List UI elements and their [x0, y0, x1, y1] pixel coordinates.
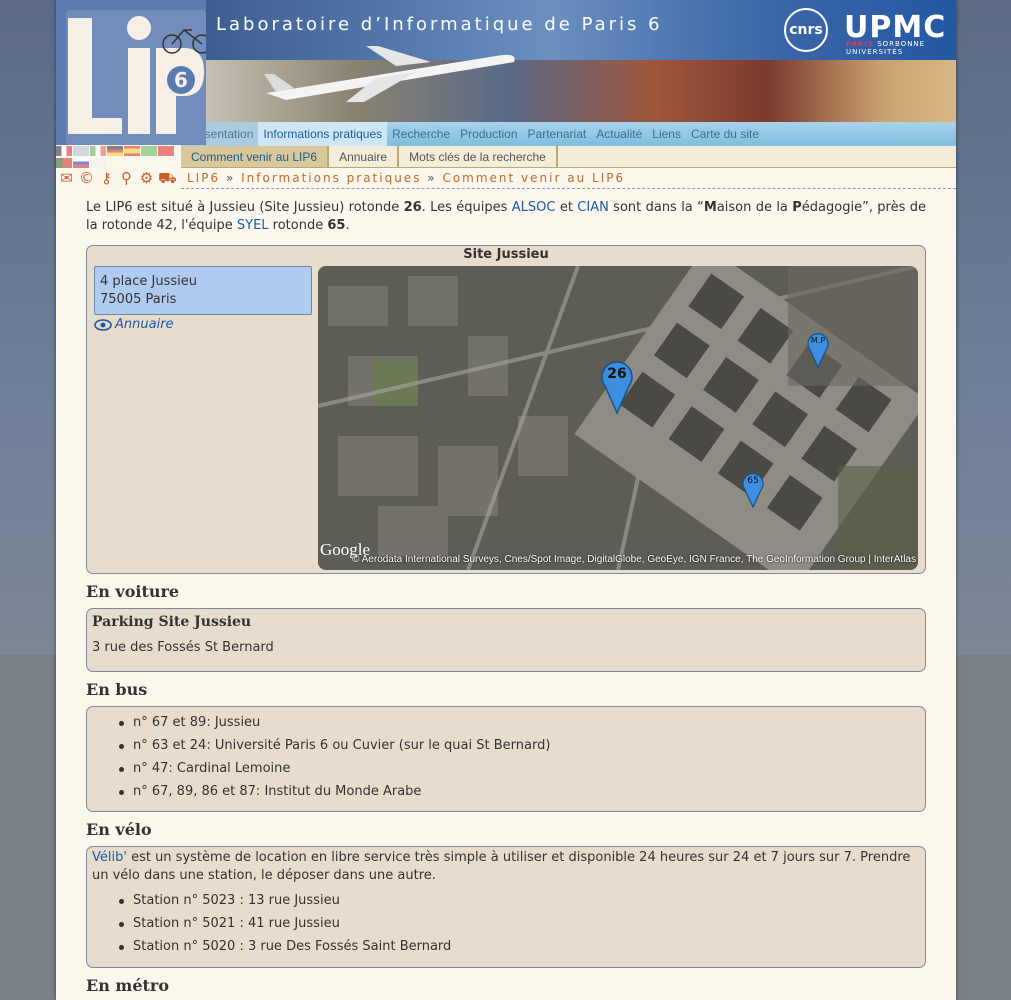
- satellite-map[interactable]: 26 M.P 65 Google © Aerodata Internationa…: [318, 266, 918, 570]
- address-box: 4 place Jussieu 75005 Paris: [94, 266, 312, 315]
- map-pin-26[interactable]: 26: [600, 356, 634, 414]
- map-imagery: [318, 266, 918, 570]
- cnrs-logo[interactable]: cnrs: [784, 8, 828, 52]
- heading-bus: En bus: [86, 680, 148, 699]
- syel-link[interactable]: SYEL: [237, 218, 269, 233]
- flag-ru-icon[interactable]: [73, 157, 89, 168]
- airplane-image: [264, 46, 515, 102]
- velo-description: Vélib' est un système de location en lib…: [92, 850, 911, 883]
- nav-partenariat[interactable]: Partenariat: [523, 122, 592, 146]
- flag-it-icon[interactable]: [90, 146, 106, 156]
- svg-text:26: 26: [607, 366, 626, 382]
- nav-carte-du-site[interactable]: Carte du site: [686, 122, 764, 146]
- flag-pt-icon[interactable]: [56, 157, 72, 168]
- flag-uk-icon[interactable]: [73, 146, 89, 156]
- flag-cn-icon[interactable]: [158, 146, 174, 156]
- subnav-annuaire[interactable]: Annuaire: [329, 146, 400, 167]
- copyright-icon[interactable]: ©: [78, 170, 95, 187]
- annuaire-link[interactable]: Annuaire: [94, 317, 174, 332]
- nav-production[interactable]: Production: [455, 122, 522, 146]
- bus-box: n° 67 et 89: Jussieu n° 63 et 24: Univer…: [86, 706, 926, 812]
- sub-navigation: Comment venir au LIP6 Annuaire Mots clés…: [181, 146, 956, 168]
- bus-list: n° 67 et 89: Jussieu n° 63 et 24: Univer…: [113, 711, 925, 803]
- voiture-box: Parking Site Jussieu 3 rue des Fossés St…: [86, 608, 926, 672]
- intro-paragraph: Le LIP6 est situé à Jussieu (Site Jussie…: [86, 200, 926, 233]
- nav-recherche[interactable]: Recherche: [387, 122, 455, 146]
- map-pin-maison-pedagogie[interactable]: M.P: [806, 328, 830, 368]
- mail-icon[interactable]: ✉: [58, 170, 75, 187]
- list-item: Station n° 5021 : 41 rue Jussieu: [113, 912, 920, 935]
- breadcrumb: LIP6 » Informations pratiques » Comment …: [181, 168, 956, 189]
- list-item: n° 67, 89, 86 et 87: Institut du Monde A…: [113, 780, 925, 803]
- site-title: Site Jussieu: [463, 247, 549, 262]
- breadcrumb-comment-venir[interactable]: Comment venir au LIP6: [442, 171, 625, 185]
- alsoc-link[interactable]: ALSOC: [512, 200, 556, 215]
- svg-text:6: 6: [174, 68, 188, 92]
- subnav-mots-cles[interactable]: Mots clés de la recherche: [399, 146, 558, 167]
- flag-br-icon[interactable]: [141, 146, 157, 156]
- upmc-subtitle: PARIS SORBONNE UNIVERSITÉS: [846, 40, 926, 56]
- velo-box: Vélib' est un système de location en lib…: [86, 846, 926, 968]
- banner-title: Laboratoire d’Informatique de Paris 6: [216, 14, 663, 35]
- language-flags: [56, 146, 181, 168]
- svg-text:65: 65: [747, 476, 758, 486]
- eye-icon: [94, 318, 112, 331]
- heading-voiture: En voiture: [86, 582, 180, 601]
- map-pin-65[interactable]: 65: [741, 468, 765, 508]
- list-item: n° 63 et 24: Université Paris 6 ou Cuvie…: [113, 734, 925, 757]
- tool-icons: ✉ © ⚷ ⚲ ⚙ ⛟: [56, 170, 181, 188]
- nav-actualite[interactable]: Actualité: [591, 122, 647, 146]
- heading-velo: En vélo: [86, 820, 152, 839]
- heading-metro: En métro: [86, 976, 169, 995]
- list-item: Station n° 5020 : 3 rue Des Fossés Saint…: [113, 935, 920, 958]
- list-item: n° 47: Cardinal Lemoine: [113, 757, 925, 780]
- page: Laboratoire d’Informatique de Paris 6 cn…: [56, 0, 956, 1000]
- main-content: Le LIP6 est situé à Jussieu (Site Jussie…: [86, 199, 926, 995]
- breadcrumb-lip6[interactable]: LIP6: [187, 171, 220, 185]
- main-navigation: Présentation Informations pratiques Rech…: [181, 122, 956, 146]
- subnav-comment-venir[interactable]: Comment venir au LIP6: [181, 146, 330, 167]
- nav-informations-pratiques[interactable]: Informations pratiques: [258, 122, 388, 146]
- velo-list: Station n° 5023 : 13 rue Jussieu Station…: [113, 889, 920, 958]
- cian-link[interactable]: CIAN: [577, 200, 609, 215]
- nav-liens[interactable]: Liens: [647, 122, 686, 146]
- search-key-icon[interactable]: ⚲: [118, 170, 135, 187]
- velib-link[interactable]: Vélib': [92, 850, 127, 865]
- flag-es-icon[interactable]: [124, 146, 140, 156]
- car-icon[interactable]: ⛟: [158, 170, 177, 187]
- list-item: n° 67 et 89: Jussieu: [113, 711, 925, 734]
- list-item: Station n° 5023 : 13 rue Jussieu: [113, 889, 920, 912]
- svg-text:M.P: M.P: [811, 336, 825, 345]
- map-credits: © Aerodata International Surveys, Cnes/S…: [352, 554, 916, 565]
- flag-fr-icon[interactable]: [56, 146, 72, 156]
- breadcrumb-informations-pratiques[interactable]: Informations pratiques: [241, 171, 421, 185]
- lip6-logo[interactable]: 6: [56, 0, 206, 145]
- site-jussieu-box: Site Jussieu 4 place Jussieu 75005 Paris…: [86, 245, 926, 574]
- flag-jp-icon[interactable]: [90, 157, 106, 168]
- settings-icon[interactable]: ⚙: [138, 170, 155, 187]
- key-icon[interactable]: ⚷: [98, 170, 115, 187]
- flag-de-icon[interactable]: [107, 146, 123, 156]
- parking-address: 3 rue des Fossés St Bernard: [92, 640, 274, 655]
- parking-title: Parking Site Jussieu: [92, 614, 252, 630]
